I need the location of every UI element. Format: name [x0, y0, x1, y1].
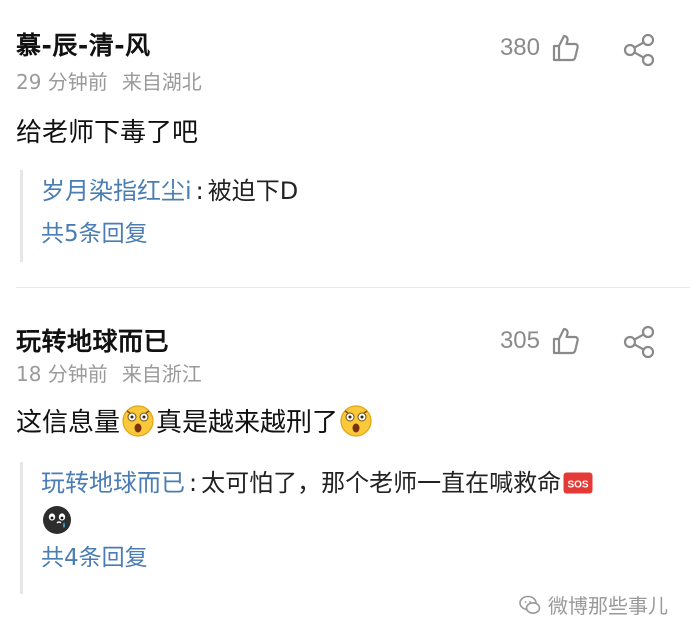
comment-meta: 18 分钟前 来自浙江	[16, 358, 202, 387]
shocked-face-emoji	[340, 404, 372, 437]
comment-card: 玩转地球而已 18 分钟前 来自浙江 305 这信息量 真是越来越刑了 玩转地球…	[0, 300, 690, 600]
thumbs-up-icon	[552, 327, 579, 355]
like-count: 305	[499, 327, 540, 354]
comment-text: 这信息量 真是越来越刑了	[16, 402, 374, 439]
reply-line: 玩转地球而已: 太可怕了，那个老师一直在喊救命 SOS	[41, 462, 666, 504]
reply-preview[interactable]: 岁月染指红尘i: 被迫下D 共5条回复	[20, 170, 666, 262]
share-icon[interactable]	[622, 33, 656, 67]
view-replies-link[interactable]: 共5条回复	[41, 216, 666, 252]
shocked-face-emoji	[122, 404, 154, 437]
reply-line	[41, 504, 666, 536]
svg-text:SOS: SOS	[568, 480, 589, 491]
reply-text: 被迫下D	[207, 177, 299, 205]
reply-colon: :	[189, 469, 198, 497]
comment-location: 来自湖北	[121, 70, 202, 94]
wechat-icon	[519, 595, 541, 614]
comment-meta: 29 分钟前 来自湖北	[16, 66, 202, 95]
comment-username[interactable]: 慕-辰-清-风	[16, 26, 151, 62]
reply-colon: :	[195, 177, 204, 205]
comment-text: 给老师下毒了吧	[16, 118, 199, 148]
comment-text-part: 这信息量	[16, 408, 121, 438]
comment-card: 慕-辰-清-风 29 分钟前 来自湖北 380 给老师下毒了吧 岁月染指红尘i: 被…	[0, 0, 690, 290]
reply-text: 太可怕了，那个老师一直在喊救命	[201, 469, 562, 497]
reply-line: 岁月染指红尘i: 被迫下D	[41, 170, 666, 212]
like-count: 380	[499, 34, 540, 61]
reply-author[interactable]: 岁月染指红尘i	[41, 170, 192, 212]
watermark: 微博那些事儿	[518, 590, 668, 619]
watermark-text: 微博那些事儿	[548, 594, 668, 618]
comment-username[interactable]: 玩转地球而已	[16, 322, 169, 358]
reply-preview[interactable]: 玩转地球而已: 太可怕了，那个老师一直在喊救命 SOS 共4条回复	[20, 462, 666, 594]
sos-icon: SOS	[563, 472, 593, 494]
share-icon[interactable]	[622, 325, 656, 359]
comment-text-part: 真是越来越刑了	[156, 408, 339, 438]
comment-location: 来自浙江	[121, 362, 202, 386]
comment-divider	[16, 287, 690, 288]
crying-face-icon	[43, 506, 71, 534]
thumbs-up-icon	[552, 34, 579, 62]
comment-time: 18 分钟前	[16, 362, 108, 386]
like-button[interactable]: 305	[500, 325, 582, 357]
view-replies-link[interactable]: 共4条回复	[41, 540, 666, 576]
comment-time: 29 分钟前	[16, 70, 108, 94]
like-button[interactable]: 380	[500, 32, 582, 64]
reply-author[interactable]: 玩转地球而已	[41, 462, 185, 504]
